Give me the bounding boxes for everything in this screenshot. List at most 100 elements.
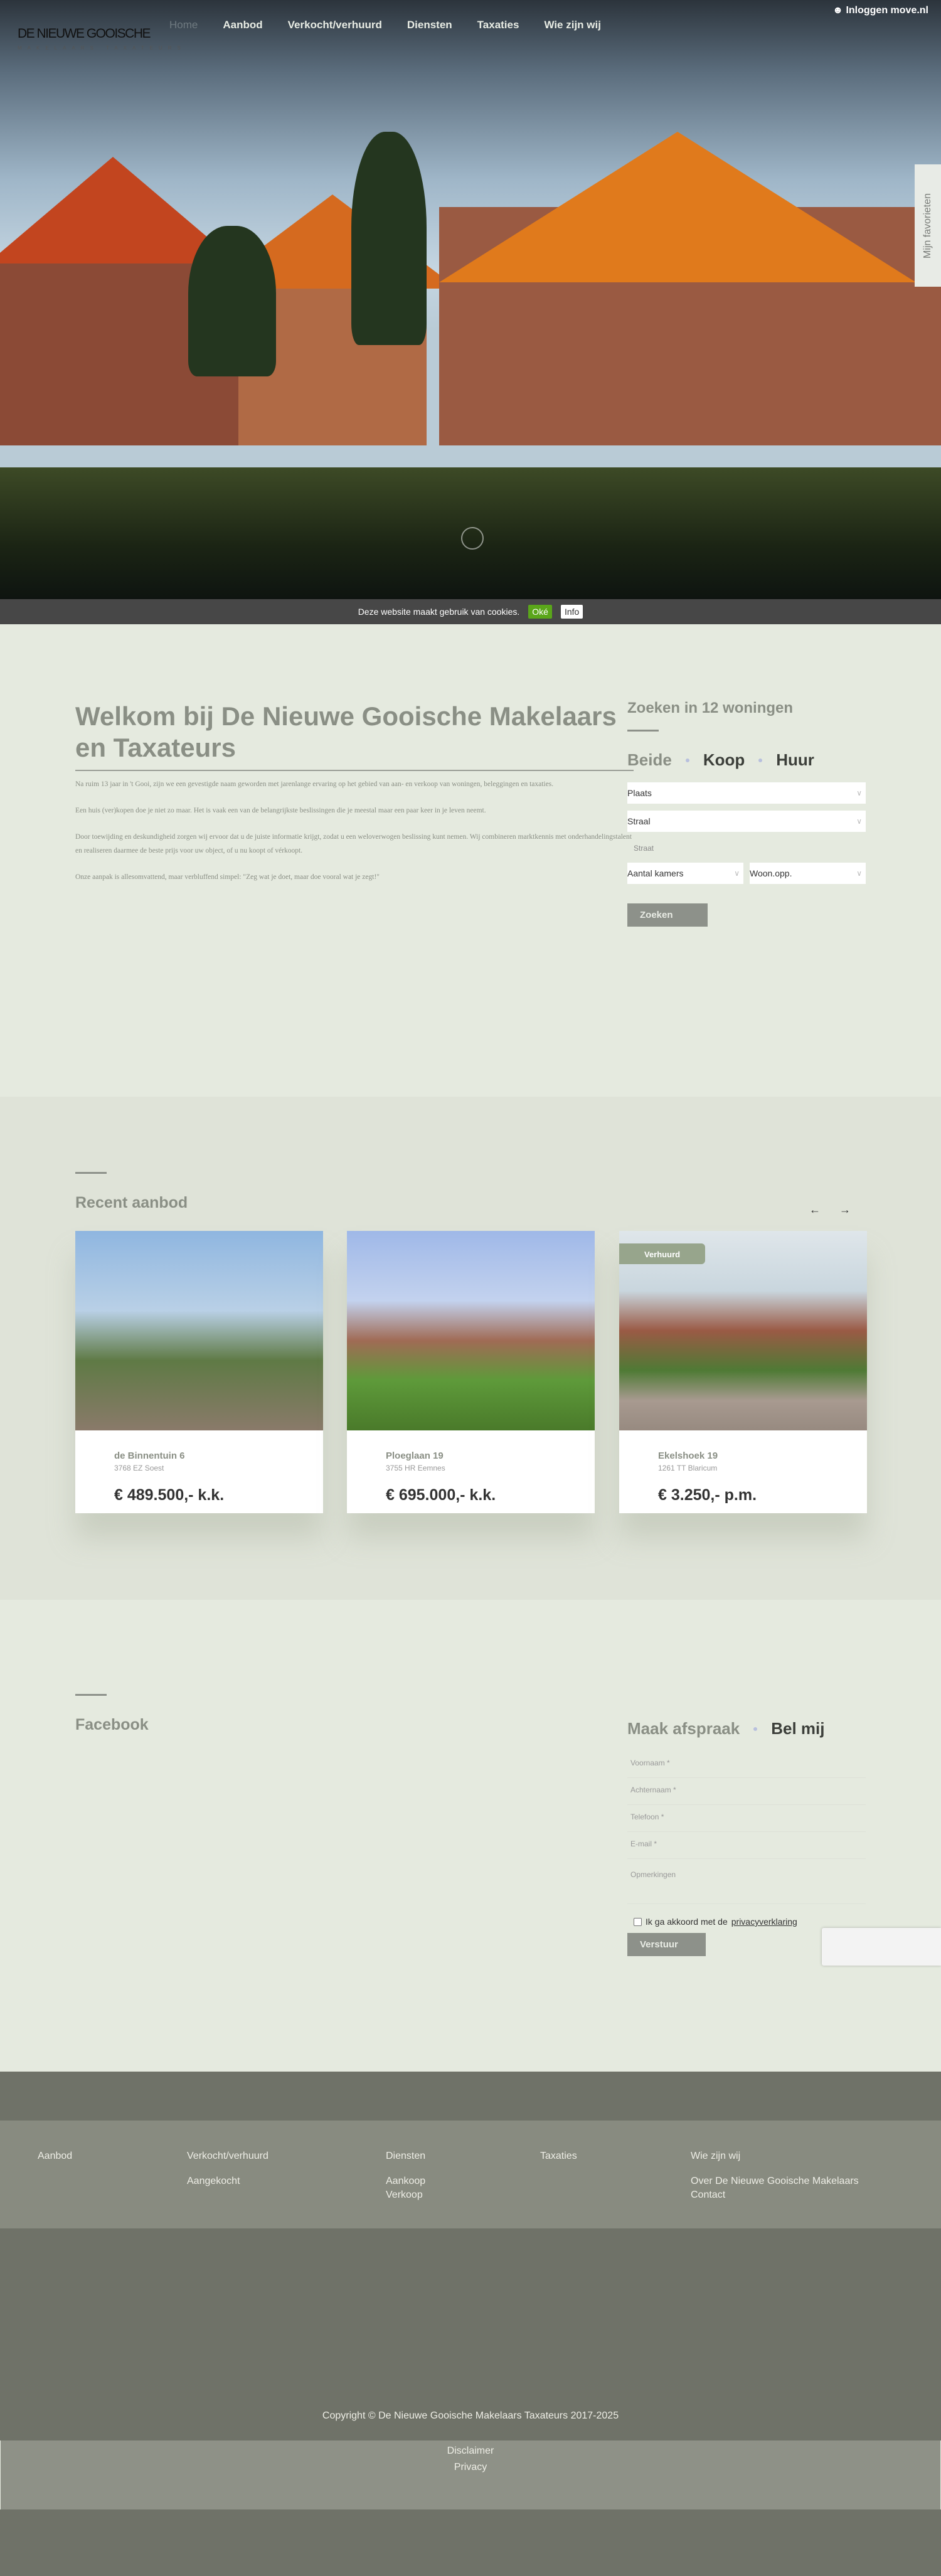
tab-huur[interactable]: Huur xyxy=(776,750,814,770)
email-field[interactable]: E-mail * xyxy=(627,1832,866,1859)
recent-listings: Recent aanbod ← → de Binnentuin 6 3768 EZ … xyxy=(0,1097,941,1600)
cookie-text: Deze website maakt gebruik van cookies. xyxy=(358,607,520,617)
main-nav: Home Aanbod Verkocht/verhuurd Diensten T… xyxy=(169,19,601,31)
footer-link[interactable]: Verkoop xyxy=(386,2190,425,2201)
tab-bel-mij[interactable]: Bel mij xyxy=(771,1719,824,1738)
recaptcha-badge[interactable] xyxy=(822,1928,941,1966)
agree-label: Ik ga akkoord met de xyxy=(646,1917,728,1927)
arrow-right-icon[interactable]: → xyxy=(839,1203,851,1216)
cookie-info-button[interactable]: Info xyxy=(560,605,583,619)
rooms-select[interactable]: Aantal kamers ∨ xyxy=(627,863,743,884)
select-value: Woon.opp. xyxy=(750,868,792,878)
listing-photo: Verhuurd xyxy=(619,1231,867,1430)
listing-card[interactable]: Ploeglaan 19 3755 HR Eemnes € 695.000,- k.… xyxy=(347,1231,595,1513)
login-label: Inloggen move.nl xyxy=(846,5,928,16)
search-panel: Zoeken in 12 woningen Beide Koop Huur Pl… xyxy=(627,700,866,927)
phone-field[interactable]: Telefoon * xyxy=(627,1805,866,1832)
slider-indicator[interactable] xyxy=(461,527,484,550)
tab-koop[interactable]: Koop xyxy=(703,750,745,770)
cookie-ok-button[interactable]: Oké xyxy=(528,605,552,619)
paragraph: Onze aanpak is allesomvattend, maar verb… xyxy=(75,873,380,881)
hero: DE NIEUWE GOOISCHE MAKELAARS TAXATEURS H… xyxy=(0,0,941,599)
footer-link[interactable]: Aangekocht xyxy=(187,2176,268,2187)
listing-name: Ploeglaan 19 xyxy=(386,1450,444,1461)
search-tabs: Beide Koop Huur xyxy=(627,750,866,770)
nav-verkocht[interactable]: Verkocht/verhuurd xyxy=(288,19,382,31)
status-badge: Verhuurd xyxy=(619,1243,706,1264)
logo[interactable]: DE NIEUWE GOOISCHE xyxy=(18,26,151,41)
paragraph: Een huis (ver)kopen doe je niet zo maar.… xyxy=(75,807,486,814)
footer-link[interactable]: Diensten xyxy=(386,2151,425,2162)
listing-photo xyxy=(75,1231,323,1430)
search-button[interactable]: Zoeken xyxy=(627,903,708,927)
area-select[interactable]: Woon.opp. ∨ xyxy=(750,863,866,884)
arrow-left-icon[interactable]: ← xyxy=(809,1203,821,1216)
nav-wie-zijn-wij[interactable]: Wie zijn wij xyxy=(544,19,601,31)
footer-link[interactable]: Aankoop xyxy=(386,2176,425,2187)
footer-link[interactable]: Taxaties xyxy=(540,2151,577,2162)
chevron-down-icon: ∨ xyxy=(856,869,862,878)
footer-link[interactable]: Aanbod xyxy=(38,2151,72,2162)
copyright: Copyright © De Nieuwe Gooische Makelaars… xyxy=(322,2410,619,2421)
divider xyxy=(75,1172,107,1174)
footer-link[interactable]: Over De Nieuwe Gooische Makelaars xyxy=(691,2176,859,2187)
recent-title: Recent aanbod xyxy=(75,1194,188,1211)
nav-home[interactable]: Home xyxy=(169,19,198,31)
nav-taxaties[interactable]: Taxaties xyxy=(477,19,519,31)
favorites-tab[interactable]: Mijn favorieten xyxy=(915,164,941,287)
nav-diensten[interactable]: Diensten xyxy=(407,19,452,31)
listing-address: 3755 HR Eemnes xyxy=(386,1464,445,1472)
tab-maak-afspraak[interactable]: Maak afspraak xyxy=(627,1719,740,1738)
listing-address: 3768 EZ Soest xyxy=(114,1464,164,1472)
footer-link[interactable]: Verkocht/verhuurd xyxy=(187,2151,268,2162)
paragraph: Door toewijding en deskundigheid zorgen … xyxy=(75,833,632,854)
listing-name: Ekelshoek 19 xyxy=(658,1450,718,1461)
privacy-link[interactable]: privacyverklaring xyxy=(731,1917,797,1927)
footer-link[interactable]: Contact xyxy=(691,2190,859,2201)
listing-price: € 3.250,- p.m. xyxy=(658,1486,757,1504)
contact-form: Maak afspraak Bel mij Voornaam * Achtern… xyxy=(627,1694,866,1956)
welcome-title: Welkom bij De Nieuwe Gooische Makelaars … xyxy=(75,701,617,763)
listing-price: € 695.000,- k.k. xyxy=(386,1486,496,1504)
favorites-label: Mijn favorieten xyxy=(922,193,933,258)
footer-links: Aanbod Verkocht/verhuurd Aangekocht Diens… xyxy=(0,2121,941,2228)
tab-beide[interactable]: Beide xyxy=(627,750,672,770)
listing-card[interactable]: de Binnentuin 6 3768 EZ Soest € 489.500,- … xyxy=(75,1231,323,1513)
place-select[interactable]: Plaats ∨ xyxy=(627,782,866,804)
welcome-text: Na ruim 13 jaar in 't Gooi, zijn we een … xyxy=(75,777,634,897)
footer: Aanbod Verkocht/verhuurd Aangekocht Diens… xyxy=(0,2072,941,2576)
logo-subtitle: MAKELAARS TAXATEURS xyxy=(18,45,186,51)
welcome-section: Welkom bij De Nieuwe Gooische Makelaars … xyxy=(0,624,941,1097)
contact-section: Facebook Maak afspraak Bel mij Voornaam … xyxy=(0,1600,941,2072)
chevron-down-icon: ∨ xyxy=(734,869,740,878)
divider xyxy=(75,1694,107,1696)
footer-link[interactable]: Wie zijn wij xyxy=(691,2151,859,2162)
remarks-field[interactable]: Opmerkingen xyxy=(627,1859,866,1904)
last-name-field[interactable]: Achternaam * xyxy=(627,1778,866,1805)
nav-aanbod[interactable]: Aanbod xyxy=(223,19,262,31)
disclaimer-link[interactable]: Disclaimer xyxy=(1,2446,940,2457)
paragraph: Na ruim 13 jaar in 't Gooi, zijn we een … xyxy=(75,780,554,788)
divider xyxy=(627,730,659,732)
listing-card[interactable]: Verhuurd Ekelshoek 19 1261 TT Blaricum € 3… xyxy=(619,1231,867,1513)
select-value: Straal xyxy=(627,816,651,826)
separator-dot xyxy=(758,758,763,762)
hero-image xyxy=(0,132,941,477)
first-name-field[interactable]: Voornaam * xyxy=(627,1751,866,1778)
user-icon: ☻ xyxy=(832,5,846,16)
listing-name: de Binnentuin 6 xyxy=(114,1450,185,1461)
street-input[interactable]: Straat xyxy=(627,839,866,863)
separator-dot xyxy=(753,1727,758,1731)
separator-dot xyxy=(685,758,689,762)
listing-photo xyxy=(347,1231,595,1430)
listing-price: € 489.500,- k.k. xyxy=(114,1486,225,1504)
privacy-checkbox[interactable] xyxy=(634,1917,642,1926)
listing-address: 1261 TT Blaricum xyxy=(658,1464,718,1472)
facebook-title: Facebook xyxy=(75,1716,149,1733)
login-link[interactable]: ☻ Inloggen move.nl xyxy=(832,5,928,16)
submit-button[interactable]: Verstuur xyxy=(627,1933,706,1956)
chevron-down-icon: ∨ xyxy=(856,789,862,797)
radius-select[interactable]: Straal ∨ xyxy=(627,811,866,832)
privacy-footer-link[interactable]: Privacy xyxy=(1,2462,940,2473)
chevron-down-icon: ∨ xyxy=(856,817,862,826)
